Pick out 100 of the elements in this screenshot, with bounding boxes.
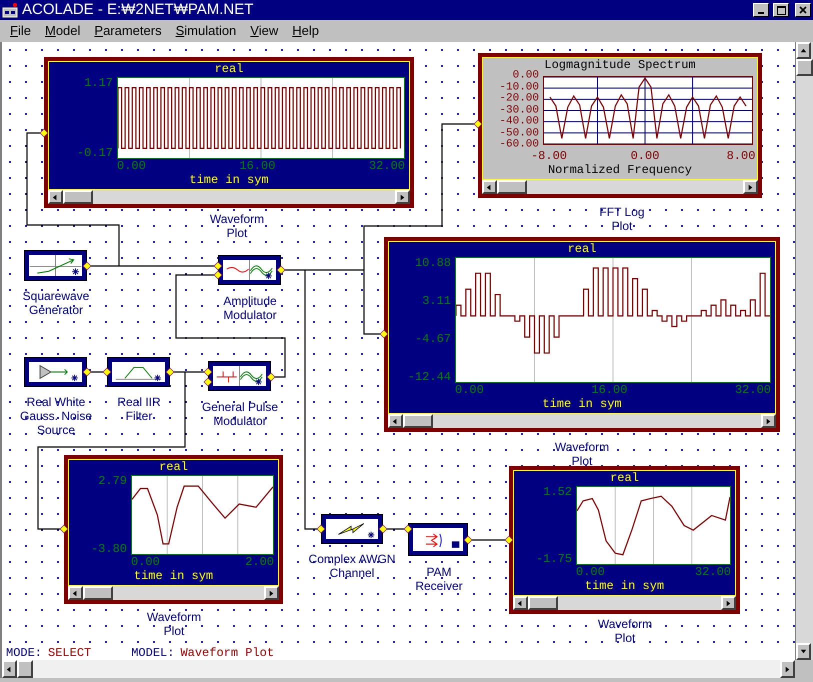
close-icon (799, 6, 807, 14)
scroll-right-button[interactable] (721, 596, 736, 610)
axis-title: time in sym (134, 569, 214, 583)
model-block[interactable] (107, 357, 170, 387)
axis-tick-label: -50.00 (499, 128, 539, 139)
plot-window[interactable]: real 1.17 -0.17 0.00 16.00 32.00 time in sym (44, 57, 414, 208)
axis-tick-label: 32.00 (694, 565, 731, 579)
port-icon (276, 266, 286, 274)
plot-window[interactable]: real 10.88 3.11 -4.67 -12.44 0.00 16.00 32.00 time in sym (384, 237, 780, 432)
axis-tick-label: -0.17 (76, 147, 113, 159)
model-block[interactable] (321, 514, 383, 544)
port-icon (102, 368, 112, 376)
status-value: Waveform Plot (180, 646, 274, 660)
model-block[interactable] (208, 361, 271, 391)
port-icon (40, 128, 48, 138)
scroll-down-button[interactable] (796, 643, 811, 660)
horizontal-scrollbar[interactable] (68, 586, 279, 600)
menu-item[interactable]: View (250, 23, 278, 39)
menu-item[interactable]: File (10, 23, 31, 39)
port-icon (166, 368, 174, 376)
menu-item[interactable]: Model (44, 23, 80, 39)
port-icon (504, 536, 514, 544)
block-label: Complex AWGN Channel (308, 552, 396, 580)
horizontal-scrollbar[interactable] (388, 414, 776, 428)
menu-item[interactable]: Help (292, 23, 319, 39)
axis-tick-label: -40.00 (499, 116, 539, 128)
block-label: Amplitude Modulator (222, 294, 278, 322)
port-icon (378, 524, 388, 534)
axis-tick-label: 1.52 (543, 486, 572, 498)
scroll-up-button[interactable] (796, 42, 811, 59)
plot-title: real (610, 471, 639, 486)
scroll-thumb[interactable] (403, 414, 433, 428)
port-icon (464, 536, 472, 544)
scroll-thumb[interactable] (83, 586, 113, 600)
ramp-graph-icon (29, 255, 82, 276)
plot-title: real (568, 242, 596, 257)
axis-tick-label: 0.00 (117, 159, 146, 173)
scroll-thumb[interactable] (796, 59, 813, 76)
axis-tick-label: 1.17 (84, 77, 113, 89)
horizontal-scrollbar[interactable] (0, 660, 795, 678)
scroll-thumb[interactable] (497, 180, 527, 194)
horizontal-scrollbar[interactable] (482, 180, 758, 194)
block-label: Waveform Plot (146, 610, 202, 638)
axis-tick-label: 2.79 (98, 475, 127, 487)
scroll-right-button[interactable] (743, 180, 758, 194)
status-label: MODE: (6, 646, 42, 660)
window-title: ACOLADE - E:₩2NET₩PAM.NET (22, 1, 254, 19)
axis-tick-label: -10.00 (499, 82, 539, 93)
scroll-left-button[interactable] (68, 586, 83, 600)
port-icon (82, 262, 92, 270)
scroll-left-button[interactable] (482, 180, 497, 194)
axis-tick-label: 0.00 (512, 70, 539, 82)
block-label: Waveform Plot (596, 617, 654, 645)
axis-tick-label: 2.00 (245, 555, 274, 569)
maximize-button[interactable] (773, 3, 789, 17)
scroll-right-button[interactable] (761, 414, 776, 428)
axis-tick-label: 0.00 (131, 555, 160, 569)
axis-tick-label: -30.00 (499, 105, 539, 116)
axis-tick-label: 8.00 (726, 149, 756, 163)
port-icon (474, 120, 482, 128)
axis-tick-label: 16.00 (239, 159, 276, 173)
model-block[interactable] (218, 255, 281, 285)
minimize-button[interactable] (753, 3, 769, 17)
port-icon (316, 524, 326, 534)
scroll-thumb[interactable] (17, 660, 33, 678)
menu-item[interactable]: Simulation (176, 23, 236, 39)
axis-tick-label: 0.00 (630, 149, 660, 163)
scroll-left-button[interactable] (48, 190, 63, 204)
plot-window[interactable]: real 1.52 -1.75 0.00 32.00 time in sym (509, 466, 740, 614)
port-icon (60, 524, 68, 534)
axis-tick-label: 0.00 (455, 383, 484, 397)
scroll-right-button[interactable] (264, 586, 279, 600)
horizontal-scrollbar[interactable] (513, 596, 736, 610)
scroll-thumb[interactable] (528, 596, 558, 610)
axis-tick-label: 32.00 (368, 159, 405, 173)
scroll-left-button[interactable] (388, 414, 403, 428)
vertical-scrollbar[interactable] (795, 42, 813, 660)
model-block[interactable] (24, 357, 87, 387)
axis-tick-label: -60.00 (499, 140, 539, 150)
model-block[interactable] (24, 250, 87, 281)
plot-window[interactable]: Logmagnitude Spectrum 0.00 -10.00 -20.00 -30.00 -40.00 -50.00 -60.00 -8.00 0.00 8.00 Normalized Frequency (478, 53, 762, 198)
scroll-left-button[interactable] (513, 596, 528, 610)
axis-tick-label: 3.11 (422, 295, 451, 307)
status-value: SELECT (48, 646, 92, 660)
close-button[interactable] (795, 3, 811, 17)
plot-title: real (214, 62, 244, 77)
scroll-right-button[interactable] (780, 660, 795, 678)
menu-item[interactable]: Parameters (94, 23, 162, 39)
plot-title: real (159, 460, 188, 475)
scroll-right-button[interactable] (395, 190, 410, 204)
axis-tick-label: -1.75 (536, 553, 572, 565)
scroll-thumb[interactable] (63, 190, 93, 204)
scroll-left-button[interactable] (2, 660, 17, 678)
axis-tick-label: -3.80 (90, 543, 127, 555)
arrow-icon (746, 182, 755, 192)
horizontal-scrollbar[interactable] (48, 190, 410, 204)
axis-tick-label: -12.44 (408, 371, 451, 383)
port-icon (404, 524, 412, 534)
model-block[interactable] (408, 523, 468, 556)
plot-window[interactable]: real 2.79 -3.80 0.00 2.00 time in sym (64, 455, 283, 604)
